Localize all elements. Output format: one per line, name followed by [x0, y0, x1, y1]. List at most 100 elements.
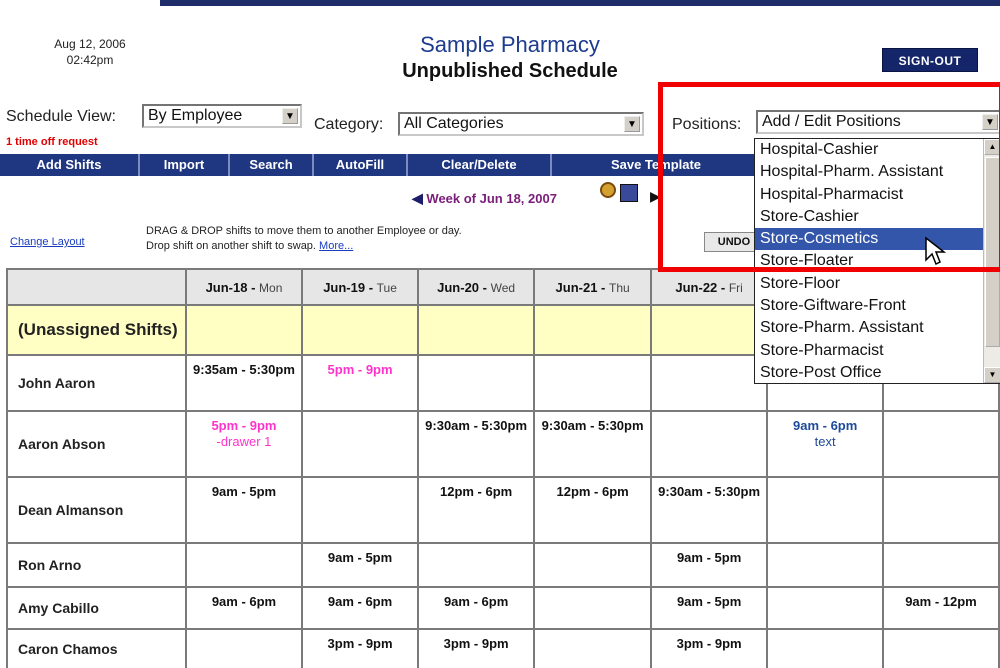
- table-cell[interactable]: [184, 304, 304, 356]
- shift-cell[interactable]: 9am - 6pm: [184, 586, 304, 630]
- current-date: Aug 12, 2006: [54, 37, 126, 51]
- schedule-view-value: By Employee: [148, 107, 243, 124]
- shift-cell[interactable]: [766, 476, 884, 544]
- table-cell[interactable]: [649, 304, 769, 356]
- shift-cell[interactable]: 9:30am - 5:30pm: [416, 410, 536, 478]
- col-header-fri: Jun-22 - Fri: [649, 268, 769, 306]
- shift-cell[interactable]: 9am - 6pm: [416, 586, 536, 630]
- shift-cell[interactable]: [881, 410, 1000, 478]
- import-button[interactable]: Import: [140, 154, 230, 176]
- employee-name[interactable]: Ron Arno: [6, 542, 187, 588]
- shift-cell[interactable]: 3pm - 9pm: [649, 628, 769, 668]
- shift-cell[interactable]: [301, 476, 419, 544]
- shift-cell[interactable]: [533, 542, 652, 588]
- shift-cell[interactable]: 9:30am - 5:30pm: [649, 476, 769, 544]
- table-row: Amy Cabillo 9am - 6pm 9am - 6pm 9am - 6p…: [6, 586, 1000, 630]
- shift-cell[interactable]: [766, 586, 884, 630]
- table-cell[interactable]: [301, 304, 419, 356]
- action-toolbar: Add Shifts Import Search AutoFill Clear/…: [0, 154, 760, 176]
- schedule-view-select[interactable]: By Employee ▼: [142, 104, 302, 128]
- shift-cell[interactable]: 5pm - 9pm: [301, 354, 419, 412]
- shift-cell[interactable]: 5pm - 9pm -drawer 1: [184, 410, 304, 478]
- col-header-wed: Jun-20 - Wed: [416, 268, 536, 306]
- employee-name[interactable]: Dean Almanson: [6, 476, 187, 544]
- previous-week-icon[interactable]: ◀: [412, 190, 423, 206]
- schedule-view-label: Schedule View:: [6, 108, 116, 125]
- employee-name[interactable]: John Aaron: [6, 354, 187, 412]
- shift-cell[interactable]: [533, 354, 652, 412]
- shift-cell[interactable]: 9am - 5pm: [301, 542, 419, 588]
- mouse-cursor-icon: [925, 236, 947, 266]
- shift-cell[interactable]: [533, 586, 652, 630]
- table-row: Aaron Abson 5pm - 9pm -drawer 1 9:30am - …: [6, 410, 1000, 478]
- shift-cell[interactable]: [184, 628, 304, 668]
- category-label: Category:: [314, 116, 384, 133]
- dropdown-option[interactable]: Store-Pharmacist: [755, 340, 1000, 362]
- shift-cell[interactable]: 12pm - 6pm: [533, 476, 652, 544]
- autofill-button[interactable]: AutoFill: [314, 154, 408, 176]
- scroll-down-icon[interactable]: ▼: [984, 367, 1000, 383]
- settings-icon[interactable]: [600, 182, 616, 198]
- drag-drop-help: DRAG & DROP shifts to move them to anoth…: [146, 224, 462, 254]
- search-button[interactable]: Search: [230, 154, 314, 176]
- col-header-tue: Jun-19 - Tue: [301, 268, 419, 306]
- shift-cell[interactable]: 9am - 5pm: [649, 542, 769, 588]
- corner-cell: [6, 268, 187, 306]
- shift-cell[interactable]: 9am - 5pm: [649, 586, 769, 630]
- shift-cell[interactable]: [649, 410, 769, 478]
- category-value: All Categories: [404, 115, 504, 132]
- shift-cell[interactable]: 3pm - 9pm: [416, 628, 536, 668]
- table-row: Ron Arno 9am - 5pm 9am - 5pm: [6, 542, 1000, 588]
- shift-cell[interactable]: [533, 628, 652, 668]
- shift-cell[interactable]: 9am - 6pm: [301, 586, 419, 630]
- current-time: 02:42pm: [66, 53, 114, 67]
- shift-cell[interactable]: 9am - 12pm: [881, 586, 1000, 630]
- dropdown-option[interactable]: Store-Post Office: [755, 362, 1000, 384]
- sign-out-button[interactable]: SIGN-OUT: [882, 48, 978, 72]
- page-titles: Sample Pharmacy Unpublished Schedule: [300, 32, 720, 84]
- page-title: Sample Pharmacy: [420, 32, 600, 57]
- week-label: Week of Jun 18, 2007: [426, 191, 557, 206]
- dropdown-option[interactable]: Store-Pharm. Assistant: [755, 317, 1000, 339]
- time-off-request-link[interactable]: 1 time off request: [6, 136, 98, 148]
- current-datetime: Aug 12, 2006 02:42pm: [40, 36, 140, 68]
- change-layout-link[interactable]: Change Layout: [10, 236, 85, 248]
- shift-cell[interactable]: 3pm - 9pm: [301, 628, 419, 668]
- table-cell[interactable]: [416, 304, 536, 356]
- chevron-down-icon: ▼: [624, 116, 640, 132]
- shift-cell[interactable]: [766, 628, 884, 668]
- unassigned-label: (Unassigned Shifts): [6, 304, 187, 356]
- shift-cell[interactable]: [416, 542, 536, 588]
- employee-name[interactable]: Aaron Abson: [6, 410, 187, 478]
- table-row: Dean Almanson 9am - 5pm 12pm - 6pm 12pm …: [6, 476, 1000, 544]
- shift-cell[interactable]: [766, 542, 884, 588]
- shift-cell[interactable]: 9:35am - 5:30pm: [184, 354, 304, 412]
- shift-cell[interactable]: 12pm - 6pm: [416, 476, 536, 544]
- shift-cell[interactable]: [881, 476, 1000, 544]
- shift-cell[interactable]: [184, 542, 304, 588]
- week-nav: ◀ Week of Jun 18, 2007: [412, 190, 557, 207]
- shift-cell[interactable]: 9:30am - 5:30pm: [533, 410, 652, 478]
- shift-cell[interactable]: 9am - 5pm: [184, 476, 304, 544]
- employee-name[interactable]: Amy Cabillo: [6, 586, 187, 630]
- chevron-down-icon: ▼: [282, 108, 298, 124]
- dropdown-option[interactable]: Store-Floor: [755, 273, 1000, 295]
- shift-cell[interactable]: [649, 354, 769, 412]
- shift-cell[interactable]: 9am - 6pm text: [766, 410, 884, 478]
- calendar-icon[interactable]: [620, 184, 638, 202]
- table-cell[interactable]: [533, 304, 652, 356]
- shift-cell[interactable]: [881, 542, 1000, 588]
- page-subtitle: Unpublished Schedule: [402, 60, 618, 82]
- col-header-thu: Jun-21 - Thu: [533, 268, 652, 306]
- table-row: Caron Chamos 3pm - 9pm 3pm - 9pm 3pm - 9…: [6, 628, 1000, 668]
- employee-name[interactable]: Caron Chamos: [6, 628, 187, 668]
- shift-cell[interactable]: [416, 354, 536, 412]
- help-line-2: Drop shift on another shift to swap.: [146, 240, 316, 252]
- shift-cell[interactable]: [881, 628, 1000, 668]
- more-link[interactable]: More...: [319, 240, 353, 252]
- clear-delete-button[interactable]: Clear/Delete: [408, 154, 552, 176]
- dropdown-option[interactable]: Store-Giftware-Front: [755, 295, 1000, 317]
- shift-cell[interactable]: [301, 410, 419, 478]
- add-shifts-button[interactable]: Add Shifts: [0, 154, 140, 176]
- category-select[interactable]: All Categories ▼: [398, 112, 644, 136]
